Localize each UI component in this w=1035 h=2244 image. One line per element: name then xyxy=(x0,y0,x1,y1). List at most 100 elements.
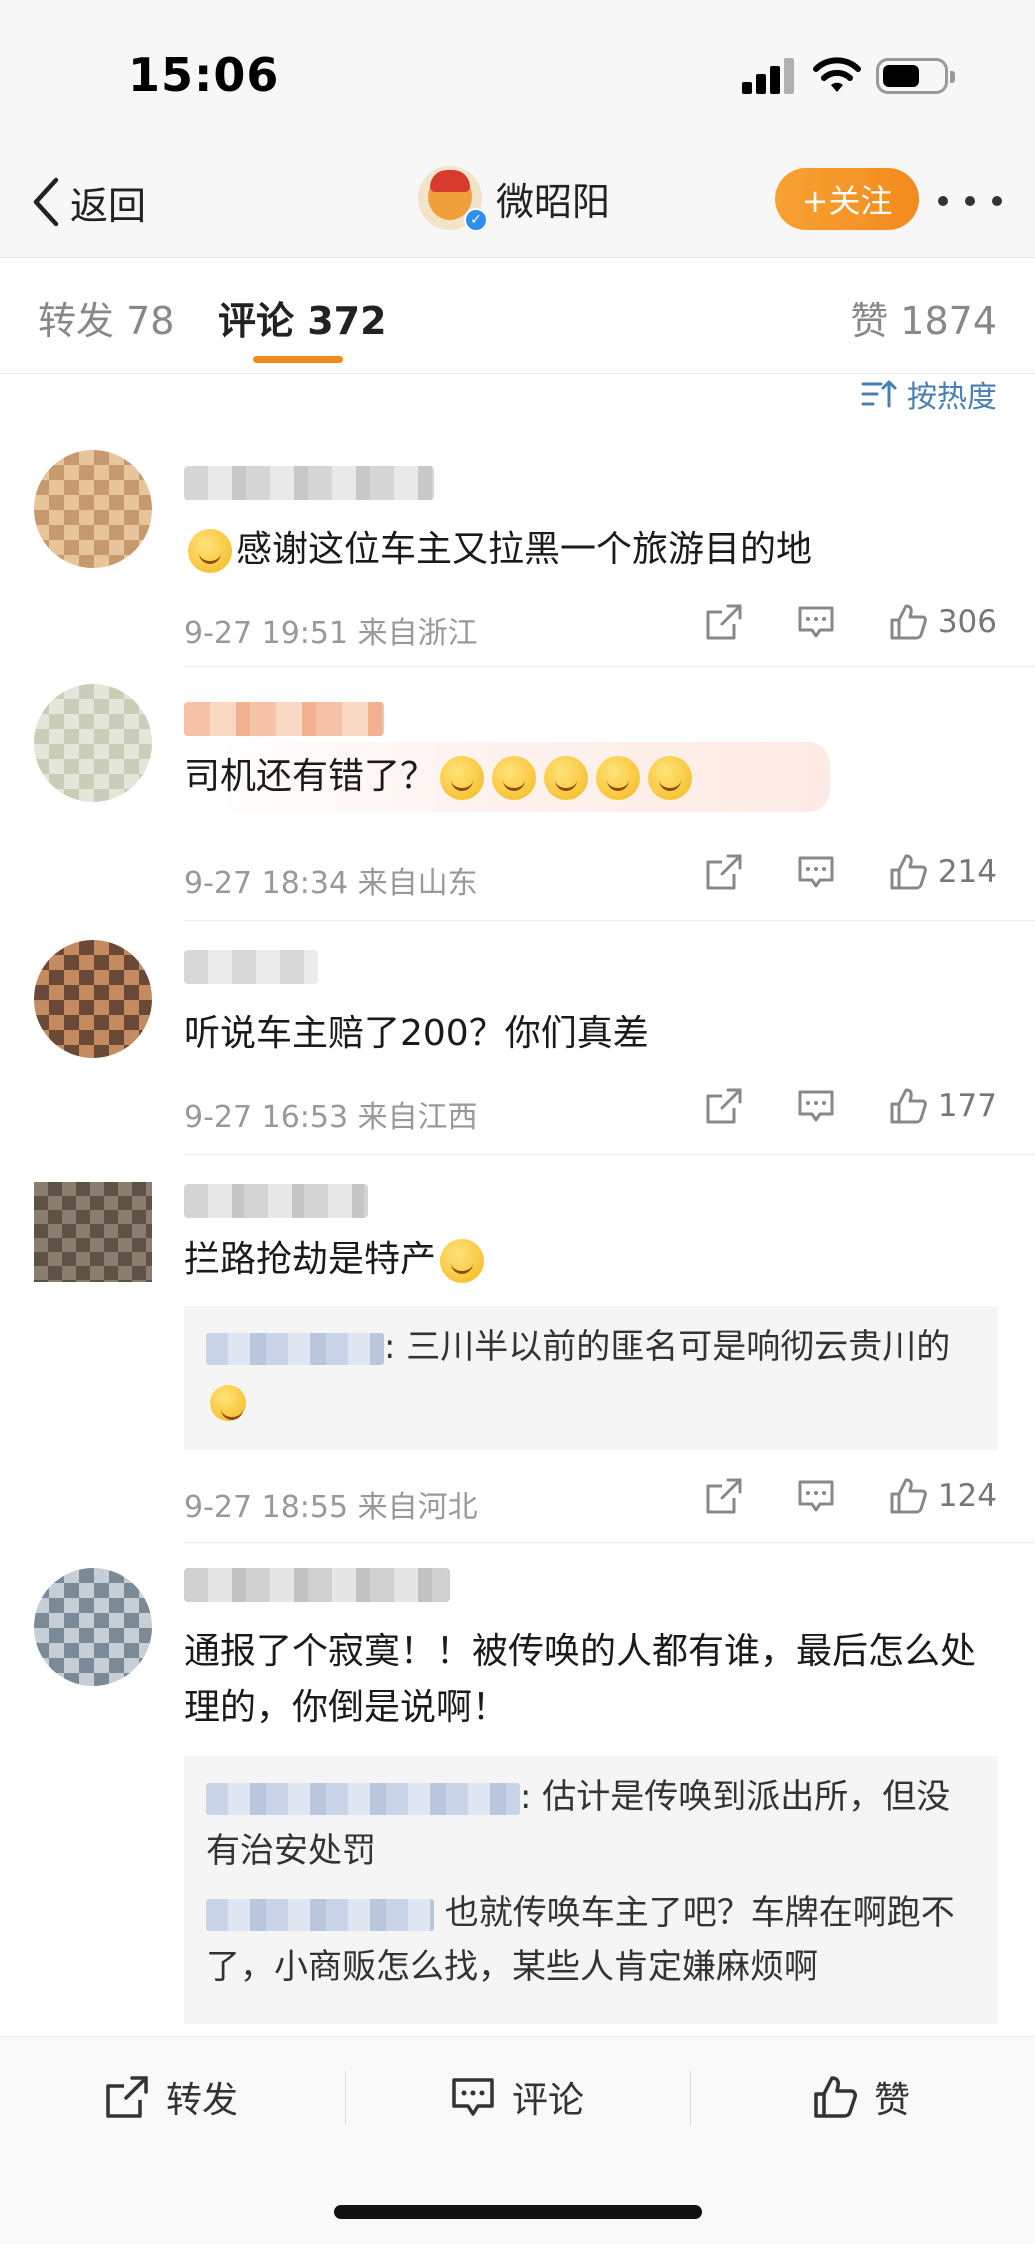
share-button[interactable] xyxy=(704,1476,744,1516)
comment-button[interactable]: 评论 xyxy=(450,2071,584,2123)
wifi-icon xyxy=(813,57,861,92)
repost-icon xyxy=(106,2076,148,2118)
comment-text: 感谢这位车主又拉黑一个旅游目的地 xyxy=(236,529,813,570)
reply-author-name[interactable] xyxy=(206,1898,434,1931)
comment-text-row: 通报了个寂寞！！被传唤的人都有谁，最后怎么处理的，你倒是说啊！ xyxy=(184,1624,1004,1736)
tab-reposts[interactable]: 转发 78 xyxy=(38,290,174,345)
share-button[interactable] xyxy=(704,602,744,642)
smirk-emoji-icon xyxy=(492,756,537,800)
tab-likes[interactable]: 赞 1874 xyxy=(850,290,997,345)
bottom-divider xyxy=(690,2071,691,2125)
share-button[interactable] xyxy=(704,852,744,892)
repost-label: 转发 xyxy=(166,2080,239,2121)
back-label: 返回 xyxy=(70,183,147,228)
thumbs-up-icon xyxy=(890,854,927,890)
comment-icon xyxy=(798,856,834,888)
smirk-emoji-icon xyxy=(596,756,641,800)
reply-text: : 三川半以前的匪名可是响彻云贵川的 xyxy=(384,1327,951,1367)
666-emoji-icon xyxy=(440,1239,485,1283)
detail-tabs: 转发 78 评论 372 赞 1874 xyxy=(0,258,1035,374)
share-icon xyxy=(706,1088,742,1124)
status-time: 15:06 xyxy=(128,48,280,102)
like-button[interactable]: 177 xyxy=(888,1086,997,1126)
comment-text-row: 听说车主赔了200？你们真差 xyxy=(184,1006,1004,1062)
back-button[interactable]: 返回 xyxy=(30,172,146,232)
thumbs-up-icon xyxy=(890,604,927,640)
comment-label: 评论 xyxy=(512,2080,585,2121)
commenter-avatar[interactable] xyxy=(34,684,152,802)
battery-icon xyxy=(876,58,955,94)
smirk-emoji-icon xyxy=(544,756,589,800)
reply-button[interactable] xyxy=(796,1086,836,1126)
sort-icon xyxy=(861,380,897,408)
like-button[interactable]: 214 xyxy=(888,852,997,892)
nav-bar: 返回 ✓ 微昭阳 +关注 xyxy=(0,150,1035,258)
commenter-avatar[interactable] xyxy=(34,940,152,1058)
comment-text: 拦路抢劫是特产 xyxy=(184,1239,437,1280)
comment-actions: 124 xyxy=(652,1476,997,1516)
bottom-divider xyxy=(345,2071,346,2125)
reply-preview[interactable]: : 三川半以前的匪名可是响彻云贵川的 xyxy=(184,1306,998,1450)
share-icon xyxy=(706,854,742,890)
commenter-name[interactable] xyxy=(184,466,434,500)
sort-by-heat-button[interactable]: 按热度 xyxy=(861,372,997,416)
reply-button[interactable] xyxy=(796,602,836,642)
reply-button[interactable] xyxy=(796,852,836,892)
comment-text-row: 拦路抢劫是特产 xyxy=(184,1232,1004,1288)
comment-actions: 306 xyxy=(652,602,997,642)
verified-badge-icon: ✓ xyxy=(464,208,488,232)
comment-meta: 9-27 19:51 来自浙江 xyxy=(184,616,478,651)
share-icon xyxy=(706,1478,742,1514)
sort-label: 按热度 xyxy=(907,380,997,415)
reply-preview[interactable]: : 估计是传唤到派出所，但没有治安处罚 也就传唤车主了吧？车牌在啊跑不了，小商贩… xyxy=(184,1756,998,2024)
commenter-name[interactable] xyxy=(184,1184,368,1218)
thumbs-up-icon xyxy=(814,2076,857,2118)
reply-item[interactable]: 也就传唤车主了吧？车牌在啊跑不了，小商贩怎么找，某些人肯定嫌麻烦啊 xyxy=(206,1886,976,1994)
comment-text: 通报了个寂寞！！被传唤的人都有谁，最后怎么处理的，你倒是说啊！ xyxy=(184,1631,977,1728)
smile-emoji-icon xyxy=(188,529,232,573)
commenter-name[interactable] xyxy=(184,1568,450,1602)
comment-icon xyxy=(798,1090,834,1122)
like-label: 赞 xyxy=(874,2080,911,2121)
reply-author-name[interactable] xyxy=(206,1782,520,1815)
comment-divider xyxy=(184,1542,1035,1543)
comment-divider xyxy=(184,920,1035,921)
smirk-emoji-icon xyxy=(648,756,693,800)
like-count: 306 xyxy=(937,604,997,640)
commenter-avatar[interactable] xyxy=(34,450,152,568)
like-button[interactable]: 124 xyxy=(888,1476,997,1516)
doge-emoji-icon xyxy=(210,1384,246,1421)
commenter-name[interactable] xyxy=(184,702,384,736)
like-post-button[interactable]: 赞 xyxy=(812,2071,910,2123)
repost-button[interactable]: 转发 xyxy=(104,2071,238,2123)
chevron-left-icon xyxy=(33,177,59,227)
commenter-avatar[interactable] xyxy=(34,1182,152,1282)
share-button[interactable] xyxy=(704,1086,744,1126)
comment-text: 司机还有错了？ xyxy=(184,756,437,797)
commenter-avatar[interactable] xyxy=(34,1568,152,1686)
comment-actions: 177 xyxy=(652,1086,997,1126)
account-header[interactable]: ✓ 微昭阳 xyxy=(418,166,610,232)
reply-button[interactable] xyxy=(796,1476,836,1516)
tab-comments[interactable]: 评论 372 xyxy=(218,290,387,345)
bottom-action-bar: 转发 评论 赞 xyxy=(0,2036,1035,2244)
reply-item[interactable]: : 估计是传唤到派出所，但没有治安处罚 xyxy=(206,1770,976,1878)
more-options-button[interactable] xyxy=(938,186,1002,216)
reply-author-name[interactable] xyxy=(206,1332,384,1365)
like-button[interactable]: 306 xyxy=(888,602,997,642)
account-avatar[interactable]: ✓ xyxy=(418,166,488,232)
home-indicator xyxy=(334,2205,702,2219)
like-count: 177 xyxy=(937,1088,997,1124)
smirk-emoji-icon xyxy=(440,756,485,800)
thumbs-up-icon xyxy=(890,1088,927,1124)
account-name[interactable]: 微昭阳 xyxy=(496,171,610,226)
comment-meta: 9-27 18:34 来自山东 xyxy=(184,866,478,901)
commenter-name[interactable] xyxy=(184,950,318,984)
comment-icon xyxy=(798,606,834,638)
follow-button[interactable]: +关注 xyxy=(775,168,919,230)
active-tab-indicator xyxy=(253,356,343,363)
comment-meta: 9-27 18:55 来自河北 xyxy=(184,1490,478,1525)
comment-meta: 9-27 16:53 来自江西 xyxy=(184,1100,478,1135)
status-bar: 15:06 xyxy=(0,0,1035,150)
comment-text-row: 感谢这位车主又拉黑一个旅游目的地 xyxy=(184,522,1004,578)
